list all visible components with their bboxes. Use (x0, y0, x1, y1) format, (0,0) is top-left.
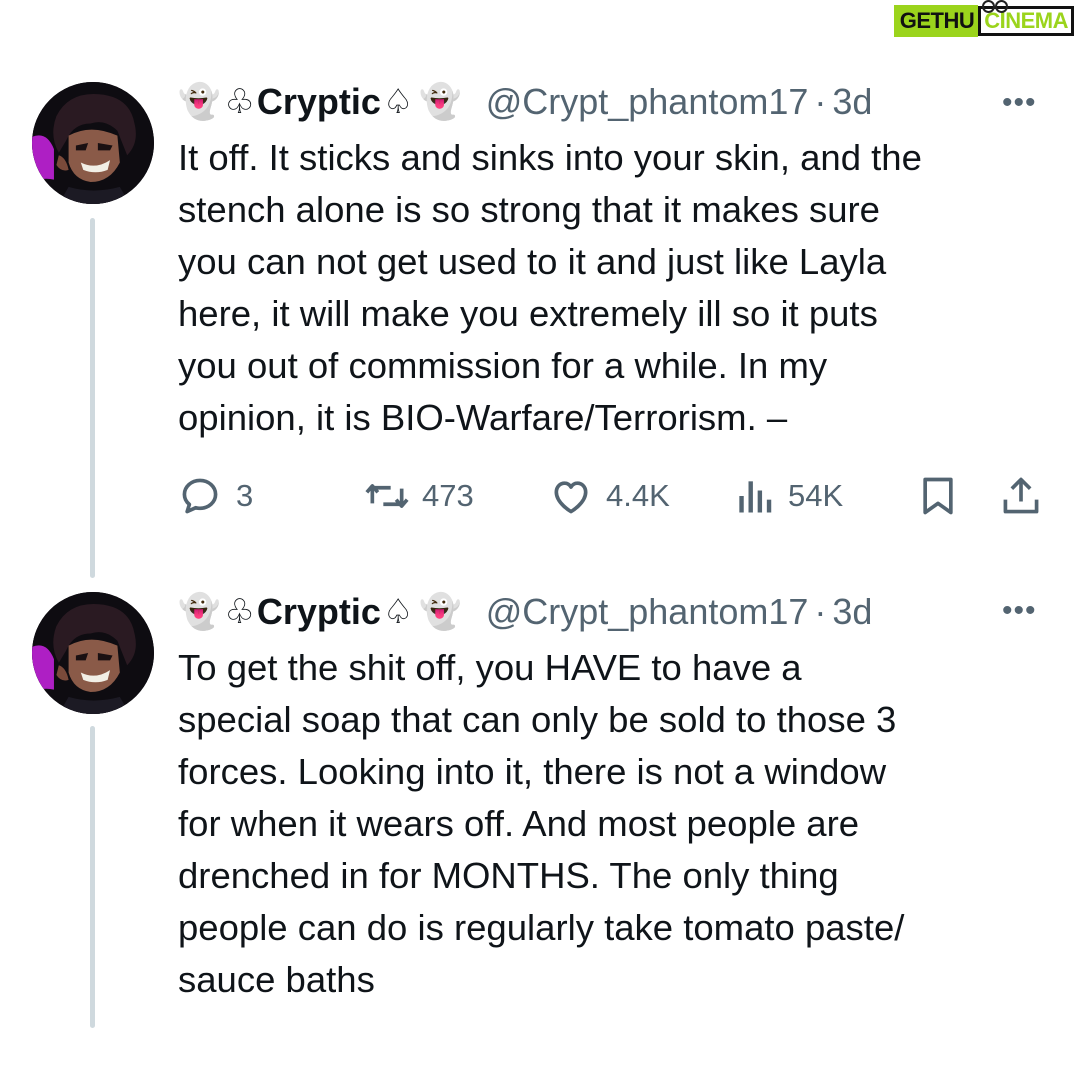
tweet-text-line: drenched in for MONTHS. The only thing (178, 855, 839, 896)
separator-dot: · (814, 81, 827, 122)
like-button[interactable]: 4.4K (548, 468, 670, 524)
tweet-text-line: forces. Looking into it, there is not a … (178, 751, 887, 792)
separator-dot: · (814, 591, 827, 632)
tweet-text-line: sauce baths (178, 959, 375, 1000)
like-count: 4.4K (606, 478, 670, 513)
repost-button[interactable]: 473 (362, 468, 474, 524)
views-count: 54K (788, 478, 844, 513)
bookmark-icon (923, 477, 953, 515)
reply-button[interactable]: 3 (178, 468, 253, 524)
camera-icon (981, 0, 1008, 13)
share-button[interactable] (998, 468, 1044, 524)
thread-line (90, 726, 95, 1028)
tweet-text-line: It off. It sticks and sinks into your sk… (178, 137, 922, 178)
ghost-emoji-icon: 👻 (419, 593, 462, 631)
reply-icon (182, 478, 218, 514)
tweet-text-line: you can not get used to it and just like… (178, 241, 887, 282)
avatar[interactable] (32, 592, 154, 714)
tweet-text: To get the shit off, you HAVE to have a … (178, 642, 1058, 1006)
display-name-text: Cryptic (256, 81, 381, 122)
repost-count: 473 (422, 478, 474, 513)
tweet-text-line: here, it will make you extremely ill so … (178, 293, 878, 334)
bookmark-button[interactable] (918, 468, 958, 524)
avatar[interactable] (32, 82, 154, 204)
like-icon (554, 481, 588, 514)
tweet-header: 👻 ♧ Cryptic ♤ 👻 @Crypt_phantom17 · 3d (178, 586, 872, 638)
more-options-icon[interactable]: ••• (1002, 88, 1037, 118)
tweet-text-line: opinion, it is BIO-Warfare/Terrorism. – (178, 397, 788, 438)
ghost-emoji-icon: 👻 (178, 593, 221, 631)
tweet-text: It off. It sticks and sinks into your sk… (178, 132, 1058, 444)
ghost-emoji-icon: 👻 (419, 83, 462, 121)
tweet-2[interactable]: 👻 ♧ Cryptic ♤ 👻 @Crypt_phantom17 · 3d ••… (0, 580, 1080, 1050)
display-name[interactable]: 👻 ♧ Cryptic ♤ 👻 (178, 591, 466, 633)
tweet-text-line: stench alone is so strong that it makes … (178, 189, 880, 230)
watermark-logo: GETHU CINEMA (893, 0, 1074, 38)
tweet-text-line: special soap that can only be sold to th… (178, 699, 897, 740)
thread-line (90, 218, 95, 578)
spade-suit-icon: ♤ (382, 593, 414, 631)
views-button[interactable]: 54K (734, 468, 843, 524)
tweet-1[interactable]: 👻 ♧ Cryptic ♤ 👻 @Crypt_phantom17 · 3d ••… (0, 70, 1080, 590)
ghost-emoji-icon: 👻 (178, 83, 221, 121)
avatar-illustration (32, 592, 154, 714)
timestamp[interactable]: 3d (832, 591, 872, 633)
avatar-illustration (32, 82, 154, 204)
tweet-text-line: for when it wears off. And most people a… (178, 803, 860, 844)
reply-count: 3 (236, 478, 254, 513)
watermark-left-text: GETHU (893, 5, 979, 37)
tweet-actions: 3 473 4.4K 54K (0, 468, 1080, 524)
user-handle[interactable]: @Crypt_phantom17 (486, 81, 809, 123)
user-handle[interactable]: @Crypt_phantom17 (486, 591, 809, 633)
club-suit-icon: ♧ (224, 83, 255, 121)
tweet-text-line: people can do is regularly take tomato p… (178, 907, 905, 948)
tweet-text-line: you out of commission for a while. In my (178, 345, 828, 386)
tweet-text-line: To get the shit off, you HAVE to have a (178, 647, 802, 688)
display-name-text: Cryptic (256, 591, 381, 632)
more-options-icon[interactable]: ••• (1002, 596, 1037, 626)
tweet-header: 👻 ♧ Cryptic ♤ 👻 @Crypt_phantom17 · 3d (178, 76, 872, 128)
timestamp[interactable]: 3d (832, 81, 872, 123)
views-icon (739, 481, 772, 513)
display-name[interactable]: 👻 ♧ Cryptic ♤ 👻 (178, 81, 466, 123)
club-suit-icon: ♧ (224, 593, 255, 631)
repost-icon (365, 484, 409, 508)
spade-suit-icon: ♤ (382, 83, 414, 121)
share-icon (1003, 477, 1039, 514)
